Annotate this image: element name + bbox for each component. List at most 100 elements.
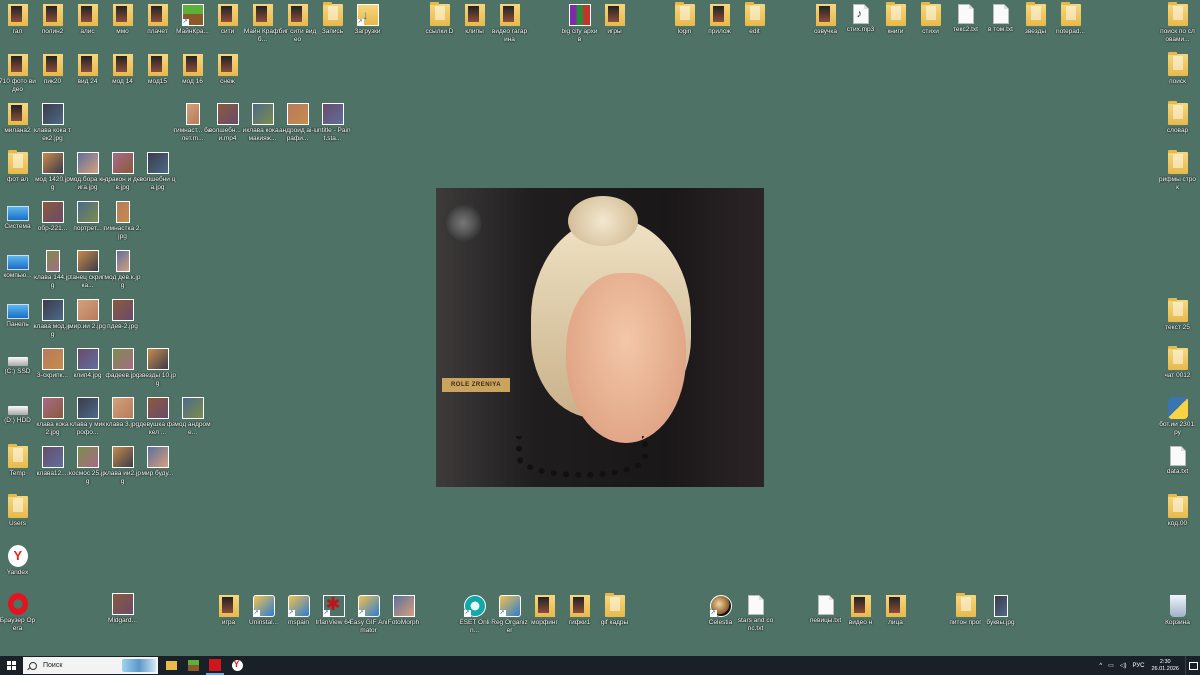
- desktop-icon-b12[interactable]: гифки1: [562, 595, 597, 627]
- desktop-icon-c7r2[interactable]: снеж: [210, 54, 245, 86]
- desktop-icon-b7[interactable]: Easy GIF Animator: [350, 595, 387, 635]
- desktop-icon-c5r8[interactable]: звезды 10.jpg: [139, 348, 176, 388]
- desktop-icon-r1c19[interactable]: edit: [737, 2, 772, 36]
- desktop-icon-b5[interactable]: mspain: [281, 595, 316, 627]
- desktop-icon-b16[interactable]: певицы.txt: [808, 595, 843, 625]
- desktop-icon-c4r8[interactable]: фадеев.jpg: [105, 348, 140, 380]
- desktop-icon-c1r3[interactable]: милана2: [0, 103, 35, 135]
- desktop-icon-c1r12[interactable]: Yandex: [0, 545, 35, 577]
- desktop-icon-c1r2[interactable]: 710 фото видео: [0, 54, 36, 94]
- desktop-icon-b18[interactable]: лица: [878, 595, 913, 627]
- notification-center-button[interactable]: [1185, 656, 1200, 675]
- desktop-icon-r1c23[interactable]: стихи: [913, 2, 948, 36]
- desktop-icon-r1c5[interactable]: плачет: [140, 4, 175, 36]
- desktop-icon-c6r2[interactable]: мод 16: [175, 54, 210, 86]
- start-button[interactable]: [0, 656, 22, 675]
- desktop-icon-rc7[interactable]: бот.ии 2301.py: [1159, 397, 1196, 437]
- taskbar-yandex[interactable]: [228, 656, 246, 675]
- taskbar-search-box[interactable]: Поиск: [23, 657, 158, 674]
- desktop-icon-r1c25[interactable]: в том.txt: [983, 4, 1018, 34]
- desktop-icon-c3r9[interactable]: клава у микрофо...: [70, 397, 105, 437]
- desktop-icon-c3r2[interactable]: вид 24: [70, 54, 105, 86]
- desktop-icon-c5r2[interactable]: мод15: [140, 54, 175, 86]
- desktop-icon-b14[interactable]: Celestia: [703, 595, 738, 627]
- desktop-icon-r1c8[interactable]: Майн Крафт б...: [244, 4, 281, 44]
- desktop-icon-r1c13[interactable]: клипы: [457, 4, 492, 36]
- network-icon[interactable]: ▭: [1108, 662, 1114, 669]
- desktop-icon-c4r4[interactable]: дракон и дев.jpg: [105, 152, 140, 192]
- desktop-icon-b8[interactable]: FotoMorph: [386, 595, 421, 627]
- desktop-icon-c3r7[interactable]: мир.ии 2.jpg: [69, 299, 106, 331]
- desktop-icon-c1r5[interactable]: Система: [0, 201, 35, 231]
- desktop-icon-c3r8[interactable]: клип4.jpg: [70, 348, 105, 380]
- desktop-icon-c3r4[interactable]: мод.бора книга.jpg: [69, 152, 106, 192]
- desktop-icon-r1c14[interactable]: видео гагарина: [492, 4, 527, 44]
- desktop-icon-c4r6[interactable]: мод дев.к.jpg: [105, 250, 140, 290]
- desktop-icon-c3r5[interactable]: портрет...: [70, 201, 105, 233]
- desktop-icon-c7r3[interactable]: клава кока макияж...: [245, 103, 280, 143]
- desktop-icon-c6r3[interactable]: волшебн... ии.mp4: [209, 103, 246, 143]
- desktop-icon-c4r2[interactable]: мод 14: [105, 54, 140, 86]
- desktop-icon-rc4[interactable]: рифмы строк: [1159, 150, 1196, 192]
- desktop-icon-c2r6[interactable]: клава 144.jpg: [34, 250, 71, 290]
- desktop-icon-r1c4[interactable]: ммо: [105, 4, 140, 36]
- desktop-icon-c5r4[interactable]: волшебни ца.jpg: [140, 152, 175, 192]
- desktop-icon-r1c20[interactable]: озвучка: [808, 4, 843, 36]
- desktop-icon-c2r8[interactable]: 3-скрипк...: [35, 348, 70, 380]
- desktop-icon-b20[interactable]: буквы.jpg: [983, 595, 1018, 627]
- desktop-icon-c6r9[interactable]: мод андроме...: [174, 397, 211, 437]
- desktop-icon-r1c21[interactable]: ♪ стих.mp3: [843, 4, 878, 34]
- desktop-icon-c5r9[interactable]: девушка факел ...: [139, 397, 176, 437]
- desktop-icon-c2r3[interactable]: клава кока тек2.jpg: [34, 103, 71, 143]
- desktop-icon-r1c1[interactable]: гал: [0, 4, 35, 36]
- desktop-icon-c4r9[interactable]: клава 3.jpg: [105, 397, 140, 429]
- desktop-icon-c2r9[interactable]: клава кока 2.jpg: [35, 397, 70, 437]
- desktop-icon-r1c12[interactable]: ссылки D: [422, 2, 457, 36]
- desktop-icon-b19[interactable]: питон прог: [948, 593, 983, 627]
- desktop-icon-b13[interactable]: gif кадры: [597, 593, 632, 627]
- desktop-icon-b1[interactable]: Браузер Opera: [0, 593, 35, 633]
- desktop-icon-c2r5[interactable]: обр-221...: [35, 201, 70, 233]
- desktop-icon-r1c26[interactable]: звезды: [1018, 2, 1053, 36]
- desktop-icon-b2[interactable]: Midgard...: [105, 593, 140, 625]
- desktop-icon-rc8[interactable]: data.txt: [1160, 446, 1195, 476]
- desktop-icon-c1r11[interactable]: Users: [0, 494, 35, 528]
- desktop-icon-r1c18[interactable]: прилож: [702, 4, 737, 36]
- desktop-icon-c4r10[interactable]: клава ии2.jpg: [104, 446, 141, 486]
- desktop-icon-c1r4[interactable]: фот ал: [0, 150, 35, 184]
- desktop-icon-b3[interactable]: игра: [211, 595, 246, 627]
- desktop-icon-r1c28[interactable]: поиск по словами...: [1160, 2, 1195, 44]
- taskbar-minecraft[interactable]: [184, 656, 202, 675]
- desktop-icon-c2r2[interactable]: пик20: [35, 54, 70, 86]
- desktop-icon-c4r7[interactable]: пдев-2.jpg: [105, 299, 140, 331]
- desktop-icon-c1r8[interactable]: (C:) SSD: [0, 348, 35, 376]
- desktop-icon-rc9[interactable]: код.00: [1160, 494, 1195, 528]
- desktop-icon-r1c6[interactable]: МайнКра...: [175, 4, 210, 36]
- desktop-icon-c5r10[interactable]: мир буду...: [140, 446, 175, 478]
- clock[interactable]: 2:30 26.01.2026: [1151, 659, 1179, 673]
- desktop-icon-c1r10[interactable]: Temp: [0, 444, 35, 478]
- desktop-icon-r1c15[interactable]: big city архив: [561, 4, 598, 44]
- desktop-icon-r1c16[interactable]: игры: [597, 4, 632, 36]
- desktop-icon-r1c24[interactable]: текс2.txt: [948, 4, 983, 34]
- desktop-icon-b4[interactable]: Uninstal...: [246, 595, 281, 627]
- desktop-icon-b17[interactable]: видео н: [843, 595, 878, 627]
- taskbar-opera[interactable]: [206, 656, 224, 675]
- desktop-icon-b21[interactable]: Корзина: [1160, 595, 1195, 627]
- show-hidden-icons-chevron-icon[interactable]: ^: [1099, 663, 1102, 669]
- language-indicator[interactable]: РУС: [1132, 663, 1144, 669]
- desktop-icon-c1r6[interactable]: компью...: [0, 250, 35, 280]
- desktop-icon-c3r10[interactable]: космос 25.jpg: [69, 446, 106, 486]
- desktop-icon-b6[interactable]: ✱ IrfanView 64: [315, 594, 351, 627]
- desktop-icon-b10[interactable]: Reg Organizer: [491, 595, 528, 635]
- desktop-icon-c5r3[interactable]: гимнаст... балет.m...: [174, 103, 211, 143]
- desktop[interactable]: ROLE ZRENIYA гал полин2 алис ммо плачет МайнК…: [0, 0, 1200, 656]
- desktop-icon-r1c27[interactable]: notepad...: [1053, 2, 1088, 36]
- desktop-icon-r1c2[interactable]: полин2: [35, 4, 70, 36]
- desktop-icon-b15[interactable]: stars and conc.txt: [738, 595, 773, 633]
- desktop-icon-c1r9[interactable]: (D:) HDD: [0, 397, 35, 425]
- desktop-icon-r1c3[interactable]: алис: [70, 4, 105, 36]
- desktop-icon-rc5[interactable]: текст 25: [1160, 298, 1195, 332]
- desktop-icon-r1c9[interactable]: биг сити видео: [279, 4, 316, 44]
- desktop-icon-r1c11[interactable]: ↓ Загрузки: [350, 4, 385, 36]
